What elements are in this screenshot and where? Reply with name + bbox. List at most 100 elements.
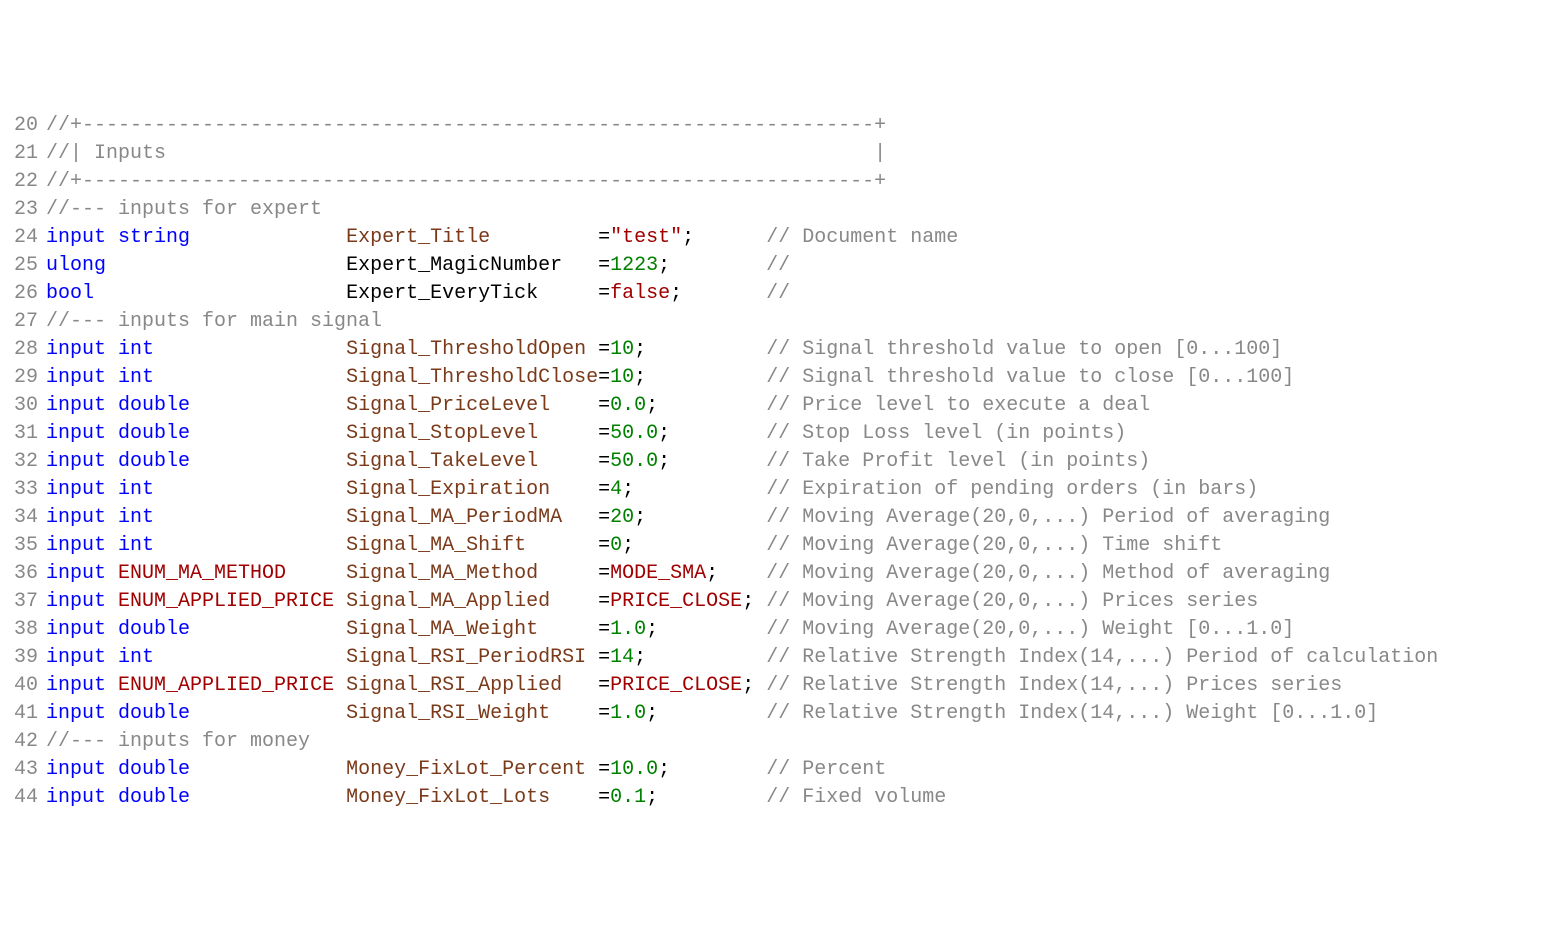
code-line[interactable]: input ENUM_MA_METHOD Signal_MA_Method =M… bbox=[46, 560, 1560, 588]
code-token: // Moving Average(20,0,...) Weight [0...… bbox=[766, 618, 1294, 641]
code-token: ; bbox=[658, 254, 670, 277]
code-line[interactable]: input int Signal_ThresholdOpen =10; // S… bbox=[46, 336, 1560, 364]
code-token: input bbox=[46, 338, 106, 361]
code-token: ; bbox=[634, 646, 646, 669]
code-line[interactable]: //+-------------------------------------… bbox=[46, 168, 1560, 196]
code-line[interactable]: input int Signal_Expiration =4; // Expir… bbox=[46, 476, 1560, 504]
code-token: // Stop Loss level (in points) bbox=[766, 422, 1126, 445]
code-token: input bbox=[46, 450, 106, 473]
code-token bbox=[634, 478, 766, 501]
code-token bbox=[646, 366, 766, 389]
line-number: 30 bbox=[0, 392, 38, 420]
code-area[interactable]: //+-------------------------------------… bbox=[44, 112, 1560, 812]
code-token bbox=[646, 646, 766, 669]
code-token: //| Inputs | bbox=[46, 142, 886, 165]
code-token: // Take Profit level (in points) bbox=[766, 450, 1150, 473]
code-token: // Relative Strength Index(14,...) Weigh… bbox=[766, 702, 1378, 725]
code-token bbox=[754, 674, 766, 697]
code-token bbox=[154, 338, 346, 361]
code-line[interactable]: //--- inputs for main signal bbox=[46, 308, 1560, 336]
line-number: 32 bbox=[0, 448, 38, 476]
code-token: double bbox=[118, 618, 190, 641]
code-token: 10.0 bbox=[610, 758, 658, 781]
code-line[interactable]: //| Inputs | bbox=[46, 140, 1560, 168]
line-number: 31 bbox=[0, 420, 38, 448]
code-token: //+-------------------------------------… bbox=[46, 170, 886, 193]
code-token: Signal_RSI_Weight bbox=[346, 702, 550, 725]
code-token: int bbox=[118, 366, 154, 389]
line-number: 40 bbox=[0, 672, 38, 700]
line-number: 28 bbox=[0, 336, 38, 364]
code-line[interactable]: //+-------------------------------------… bbox=[46, 112, 1560, 140]
code-token: int bbox=[118, 646, 154, 669]
code-token bbox=[646, 506, 766, 529]
code-token bbox=[106, 478, 118, 501]
code-token bbox=[154, 646, 346, 669]
code-token bbox=[106, 450, 118, 473]
code-token: // Moving Average(20,0,...) Period of av… bbox=[766, 506, 1330, 529]
code-token: double bbox=[118, 394, 190, 417]
code-line[interactable]: input double Signal_MA_Weight =1.0; // M… bbox=[46, 616, 1560, 644]
code-token: // Moving Average(20,0,...) Prices serie… bbox=[766, 590, 1258, 613]
code-token: int bbox=[118, 506, 154, 529]
code-token: // Relative Strength Index(14,...) Perio… bbox=[766, 646, 1438, 669]
code-token: // Moving Average(20,0,...) Method of av… bbox=[766, 562, 1330, 585]
code-token: = bbox=[586, 338, 610, 361]
code-line[interactable]: input double Signal_RSI_Weight =1.0; // … bbox=[46, 700, 1560, 728]
code-token: ; bbox=[742, 590, 754, 613]
code-token: PRICE_CLOSE bbox=[610, 674, 742, 697]
code-token bbox=[190, 394, 346, 417]
code-token: input bbox=[46, 422, 106, 445]
code-line[interactable]: input ENUM_APPLIED_PRICE Signal_MA_Appli… bbox=[46, 588, 1560, 616]
code-token: = bbox=[538, 422, 610, 445]
code-token: Signal_TakeLevel bbox=[346, 450, 538, 473]
code-token: ENUM_APPLIED_PRICE bbox=[118, 590, 334, 613]
code-token: Signal_MA_Weight bbox=[346, 618, 538, 641]
code-token: MODE_SMA bbox=[610, 562, 706, 585]
code-token bbox=[754, 590, 766, 613]
code-token: = bbox=[550, 786, 610, 809]
code-token: ; bbox=[634, 338, 646, 361]
line-number-gutter: 2021222324252627282930313233343536373839… bbox=[0, 112, 44, 812]
code-token bbox=[646, 338, 766, 361]
code-line[interactable]: input string Expert_Title ="test"; // Do… bbox=[46, 224, 1560, 252]
code-line[interactable]: ulong Expert_MagicNumber =1223; // bbox=[46, 252, 1560, 280]
code-token: //--- inputs for money bbox=[46, 730, 310, 753]
code-token: 0 bbox=[610, 534, 622, 557]
code-token bbox=[190, 786, 346, 809]
code-token: Signal_ThresholdOpen bbox=[346, 338, 586, 361]
line-number: 29 bbox=[0, 364, 38, 392]
code-line[interactable]: bool Expert_EveryTick =false; // bbox=[46, 280, 1560, 308]
code-token: Signal_StopLevel bbox=[346, 422, 538, 445]
code-line[interactable]: input int Signal_MA_PeriodMA =20; // Mov… bbox=[46, 504, 1560, 532]
code-token bbox=[106, 506, 118, 529]
code-token: int bbox=[118, 478, 154, 501]
code-token: Signal_MA_Method bbox=[346, 562, 538, 585]
code-line[interactable]: input int Signal_RSI_PeriodRSI =14; // R… bbox=[46, 644, 1560, 672]
code-token: Expert_MagicNumber bbox=[346, 254, 562, 277]
line-number: 41 bbox=[0, 700, 38, 728]
code-token bbox=[190, 618, 346, 641]
code-token: Signal_MA_PeriodMA bbox=[346, 506, 562, 529]
code-line[interactable]: input double Money_FixLot_Percent =10.0;… bbox=[46, 756, 1560, 784]
code-token: input bbox=[46, 506, 106, 529]
code-token: // bbox=[766, 254, 790, 277]
code-line[interactable]: input ENUM_APPLIED_PRICE Signal_RSI_Appl… bbox=[46, 672, 1560, 700]
code-token bbox=[190, 226, 346, 249]
code-token bbox=[106, 618, 118, 641]
line-number: 33 bbox=[0, 476, 38, 504]
code-line[interactable]: input double Signal_StopLevel =50.0; // … bbox=[46, 420, 1560, 448]
code-token bbox=[106, 338, 118, 361]
code-editor[interactable]: 2021222324252627282930313233343536373839… bbox=[0, 112, 1560, 812]
code-token: = bbox=[550, 702, 610, 725]
code-token bbox=[286, 562, 346, 585]
code-line[interactable]: input int Signal_ThresholdClose=10; // S… bbox=[46, 364, 1560, 392]
code-line[interactable]: input double Signal_PriceLevel =0.0; // … bbox=[46, 392, 1560, 420]
code-line[interactable]: //--- inputs for expert bbox=[46, 196, 1560, 224]
code-line[interactable]: input double Signal_TakeLevel =50.0; // … bbox=[46, 448, 1560, 476]
code-token: 4 bbox=[610, 478, 622, 501]
code-line[interactable]: input int Signal_MA_Shift =0; // Moving … bbox=[46, 532, 1560, 560]
code-line[interactable]: //--- inputs for money bbox=[46, 728, 1560, 756]
code-line[interactable]: input double Money_FixLot_Lots =0.1; // … bbox=[46, 784, 1560, 812]
code-token bbox=[682, 282, 766, 305]
